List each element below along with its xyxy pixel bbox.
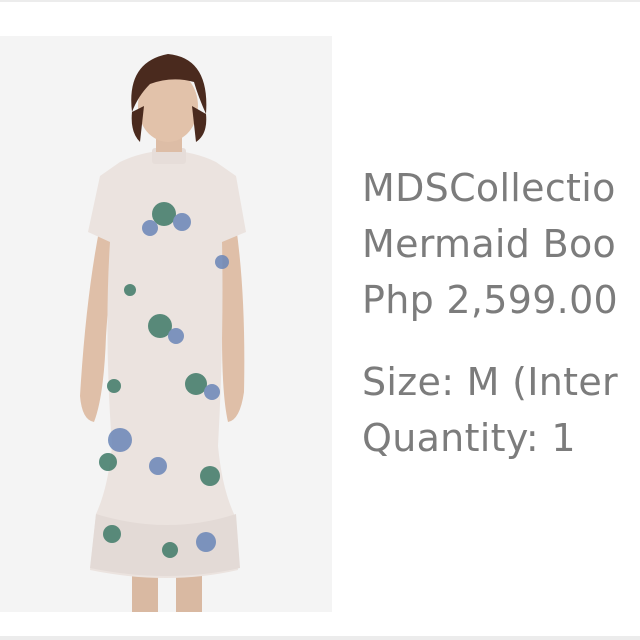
bottom-divider [0,636,640,640]
product-size: Size: M (Inter [362,360,618,404]
product-price: Php 2,599.00 [362,278,619,322]
product-quantity: Quantity: 1 [362,416,576,460]
top-divider [0,0,640,2]
product-image[interactable] [0,36,332,612]
dress-photo-icon [0,36,332,612]
product-name: Mermaid Boo [362,222,617,266]
product-brand: MDSCollectio [362,166,616,210]
order-item-card[interactable]: MDSCollectio Mermaid Boo Php 2,599.00 Si… [0,0,640,640]
product-details: MDSCollectio Mermaid Boo Php 2,599.00 Si… [362,160,640,466]
